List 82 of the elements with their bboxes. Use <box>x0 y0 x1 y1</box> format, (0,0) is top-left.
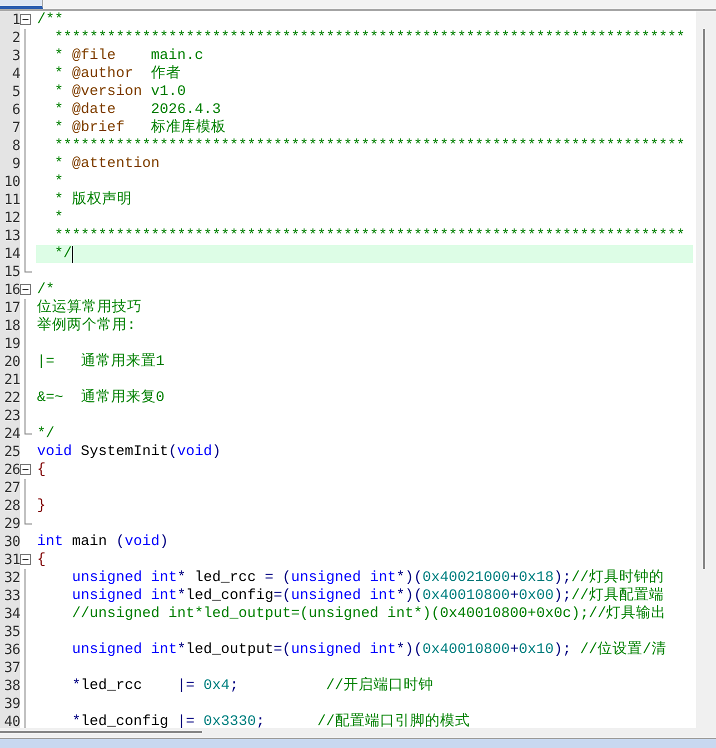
line-number: 13 <box>0 227 20 245</box>
line-number: 26 <box>0 461 20 479</box>
line-number: 16 <box>0 281 20 299</box>
line-number: 37 <box>0 659 20 677</box>
line-number: 19 <box>0 335 20 353</box>
line-number: 2 <box>0 29 20 47</box>
line-number: 17 <box>0 299 20 317</box>
code-line: * @date 2026.4.3 <box>54 101 221 119</box>
code-line: * @file main.c <box>54 47 204 65</box>
vertical-scrollbar[interactable] <box>696 11 716 728</box>
line-number: 1 <box>0 11 20 29</box>
line-number: 23 <box>0 407 20 425</box>
line-number: 25 <box>0 443 20 461</box>
line-number: 3 <box>0 47 20 65</box>
line-number: 5 <box>0 83 20 101</box>
line-number: 33 <box>0 587 20 605</box>
code-line: &=~ 通常用来复0 <box>37 389 165 407</box>
code-line: *led_config |= 0x3330; //配置端口引脚的模式 <box>71 713 470 728</box>
code-line: * <box>54 173 64 191</box>
line-number: 6 <box>0 101 20 119</box>
code-line: /* <box>37 281 55 299</box>
line-number: 30 <box>0 533 20 551</box>
line-number: 8 <box>0 137 20 155</box>
line-number: 34 <box>0 605 20 623</box>
code-line: { <box>37 551 46 569</box>
fold-end-line <box>24 425 32 435</box>
line-number: 15 <box>0 263 20 281</box>
code-line: } <box>37 497 46 515</box>
line-number: 11 <box>0 191 20 209</box>
code-line: |= 通常用来置1 <box>37 353 165 371</box>
line-number: 32 <box>0 569 20 587</box>
line-number: 40 <box>0 713 20 728</box>
code-line: ************************************************************************ <box>54 227 686 245</box>
code-line: * @attention <box>54 155 160 173</box>
code-line: * 版权声明 <box>54 191 132 209</box>
code-line: 举例两个常用: <box>37 317 136 335</box>
collapse-icon[interactable] <box>20 14 31 25</box>
collapse-icon[interactable] <box>20 464 31 475</box>
line-number: 18 <box>0 317 20 335</box>
line-number: 24 <box>0 425 20 443</box>
code-line: * <box>54 209 64 227</box>
scrollbar-thumb[interactable] <box>703 29 705 569</box>
line-number: 22 <box>0 389 20 407</box>
line-number: 39 <box>0 695 20 713</box>
fold-end-line <box>24 263 32 273</box>
line-number: 36 <box>0 641 20 659</box>
code-line: ************************************************************************ <box>54 137 686 155</box>
code-line: 位运算常用技巧 <box>37 299 142 317</box>
code-line: unsigned int*led_output=(unsigned int*)(0x40010800+0x10); //位设置/清 <box>71 641 666 659</box>
editor-tab[interactable] <box>0 0 43 9</box>
code-line: */ <box>37 425 55 443</box>
line-number: 28 <box>0 497 20 515</box>
code-line: unsigned int*led_config=(unsigned int*)(0x40010800+0x00);//灯具配置端 <box>71 587 664 605</box>
code-line: { <box>37 461 46 479</box>
code-line: unsigned int* led_rcc = (unsigned int*)(0x40021000+0x18);//灯具时钟的 <box>71 569 664 587</box>
line-number: 7 <box>0 119 20 137</box>
line-number: 38 <box>0 677 20 695</box>
line-number: 27 <box>0 479 20 497</box>
scrollbar-thumb[interactable] <box>0 731 202 733</box>
code-line: */ <box>54 245 72 263</box>
line-number: 14 <box>0 245 20 263</box>
line-number: 9 <box>0 155 20 173</box>
line-number: 31 <box>0 551 20 569</box>
code-line: * @version v1.0 <box>54 83 186 101</box>
code-line: void SystemInit(void) <box>37 443 221 461</box>
code-line: ************************************************************************ <box>54 29 686 47</box>
horizontal-scrollbar[interactable] <box>0 728 716 738</box>
fold-end-line <box>24 515 32 525</box>
line-number: 29 <box>0 515 20 533</box>
line-number: 4 <box>0 65 20 83</box>
line-number: 10 <box>0 173 20 191</box>
code-line: int main (void) <box>37 533 168 551</box>
line-number: 35 <box>0 623 20 641</box>
text-cursor <box>72 246 74 262</box>
line-number: 20 <box>0 353 20 371</box>
code-line: * @author 作者 <box>54 65 181 83</box>
collapse-icon[interactable] <box>20 554 31 565</box>
collapse-icon[interactable] <box>20 284 31 295</box>
line-number: 21 <box>0 371 20 389</box>
code-line: /** <box>37 11 64 29</box>
line-number: 12 <box>0 209 20 227</box>
code-line: //unsigned int*led_output=(unsigned int*)(0x40010800+0x0c);//灯具输出 <box>71 605 666 623</box>
